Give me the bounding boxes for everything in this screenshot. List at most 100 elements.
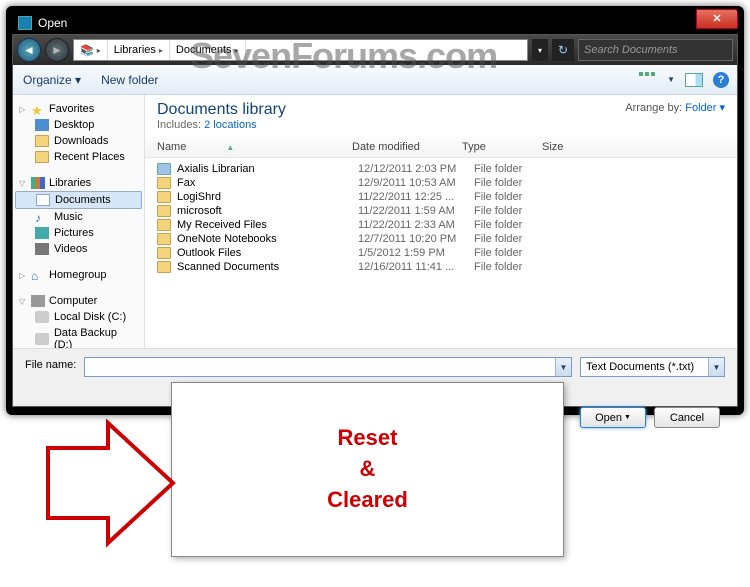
folder-icon [157,205,171,217]
homegroup-header[interactable]: ▷⌂Homegroup [13,267,144,283]
col-date[interactable]: Date modified [352,141,462,153]
address-dropdown[interactable]: ▾ [532,39,548,61]
file-date: 12/7/2011 10:20 PM [358,233,468,245]
file-type: File folder [474,233,554,245]
file-type: File folder [474,163,554,175]
filename-dropdown-icon[interactable]: ▼ [555,358,571,376]
search-input[interactable]: Search Documents [578,39,733,61]
file-type: File folder [474,261,554,273]
file-name: Outlook Files [177,247,352,259]
libraries-header[interactable]: ▽Libraries [13,175,144,191]
back-button[interactable]: ◄ [17,38,41,62]
file-date: 12/16/2011 11:41 ... [358,261,468,273]
annotation-line1: Reset [327,423,408,454]
refresh-button[interactable]: ↻ [552,39,574,61]
includes-link[interactable]: 2 locations [204,119,257,131]
file-name: LogiShrd [177,191,352,203]
organize-button[interactable]: Organize ▾ [23,73,81,87]
address-bar[interactable]: 📚▸ Libraries▸ Documents▸ [73,39,528,61]
sidebar-item-music[interactable]: ♪Music [13,209,144,225]
file-name: My Received Files [177,219,352,231]
folder-icon [157,233,171,245]
app-icon [18,16,32,30]
col-size[interactable]: Size [542,141,602,153]
filename-input[interactable]: ▼ [84,357,572,377]
filename-dropdown-panel: Reset & Cleared [171,382,564,557]
file-type: File folder [474,247,554,259]
open-button[interactable]: Open ▼ [580,407,646,428]
file-row[interactable]: Scanned Documents 12/16/2011 11:41 ... Fil… [153,260,729,274]
library-title: Documents library [157,101,286,119]
titlebar[interactable]: Open ✕ [12,12,738,34]
sidebar-item-desktop[interactable]: Desktop [13,117,144,133]
sidebar-item-downloads[interactable]: Downloads [13,133,144,149]
file-list: Axialis Librarian 12/12/2011 2:03 PM File … [145,158,737,278]
file-type: File folder [474,205,554,217]
folder-icon [157,261,171,273]
breadcrumb-root[interactable]: 📚▸ [74,40,108,60]
open-dialog: Open ✕ ◄ ► 📚▸ Libraries▸ Documents▸ ▾ ↻ … [6,6,744,415]
file-date: 11/22/2011 12:25 ... [358,191,468,203]
file-date: 11/22/2011 1:59 AM [358,205,468,217]
col-name[interactable]: Name▲ [157,141,352,153]
nav-bar: ◄ ► 📚▸ Libraries▸ Documents▸ ▾ ↻ Search … [13,35,737,65]
file-date: 11/22/2011 2:33 AM [358,219,468,231]
includes-label: Includes: [157,119,201,131]
file-date: 12/9/2011 10:53 AM [358,177,468,189]
file-row[interactable]: Outlook Files 1/5/2012 1:59 PM File folder [153,246,729,260]
file-row[interactable]: My Received Files 11/22/2011 2:33 AM File … [153,218,729,232]
folder-icon [157,177,171,189]
forward-button[interactable]: ► [45,38,69,62]
sidebar-item-d-drive[interactable]: Data Backup (D:) [13,325,144,348]
chevron-down-icon: ▼ [708,358,724,376]
annotation-line2: & [327,454,408,485]
sidebar-item-documents[interactable]: Documents [15,191,142,209]
folder-icon [157,219,171,231]
cancel-button[interactable]: Cancel [654,407,720,428]
file-row[interactable]: microsoft 11/22/2011 1:59 AM File folder [153,204,729,218]
content-pane: Documents library Includes: 2 locations … [145,95,737,348]
filename-label: File name: [25,357,76,371]
sidebar-item-recent[interactable]: Recent Places [13,149,144,165]
favorites-header[interactable]: ▷★Favorites [13,101,144,117]
file-row[interactable]: Axialis Librarian 12/12/2011 2:03 PM File … [153,162,729,176]
file-type: File folder [474,219,554,231]
view-dropdown[interactable]: ▼ [667,75,675,84]
file-row[interactable]: OneNote Notebooks 12/7/2011 10:20 PM File … [153,232,729,246]
view-options-button[interactable] [639,72,657,88]
file-date: 1/5/2012 1:59 PM [358,247,468,259]
file-type: File folder [474,191,554,203]
navigation-pane: ▷★Favorites Desktop Downloads Recent Pla… [13,95,145,348]
column-headers[interactable]: Name▲ Date modified Type Size [145,137,737,158]
arrow-annotation [38,418,188,553]
file-name: microsoft [177,205,352,217]
arrange-value[interactable]: Folder ▾ [685,102,725,114]
folder-icon [157,163,171,175]
annotation-line3: Cleared [327,485,408,516]
file-name: Fax [177,177,352,189]
close-button[interactable]: ✕ [696,9,738,29]
sidebar-item-pictures[interactable]: Pictures [13,225,144,241]
col-type[interactable]: Type [462,141,542,153]
sidebar-item-videos[interactable]: Videos [13,241,144,257]
folder-icon [157,247,171,259]
filetype-select[interactable]: Text Documents (*.txt)▼ [580,357,725,377]
file-name: Scanned Documents [177,261,352,273]
toolbar: Organize ▾ New folder ▼ ? [13,65,737,95]
help-button[interactable]: ? [713,72,729,88]
folder-icon [157,191,171,203]
file-name: OneNote Notebooks [177,233,352,245]
arrange-label: Arrange by: [625,102,682,114]
computer-header[interactable]: ▽Computer [13,293,144,309]
file-type: File folder [474,177,554,189]
file-row[interactable]: Fax 12/9/2011 10:53 AM File folder [153,176,729,190]
file-name: Axialis Librarian [177,163,352,175]
file-date: 12/12/2011 2:03 PM [358,163,468,175]
sidebar-item-c-drive[interactable]: Local Disk (C:) [13,309,144,325]
breadcrumb-libraries[interactable]: Libraries▸ [108,40,170,60]
new-folder-button[interactable]: New folder [101,73,158,87]
breadcrumb-documents[interactable]: Documents▸ [170,40,246,60]
window-title: Open [38,16,67,30]
preview-pane-button[interactable] [685,73,703,87]
file-row[interactable]: LogiShrd 11/22/2011 12:25 ... File folder [153,190,729,204]
